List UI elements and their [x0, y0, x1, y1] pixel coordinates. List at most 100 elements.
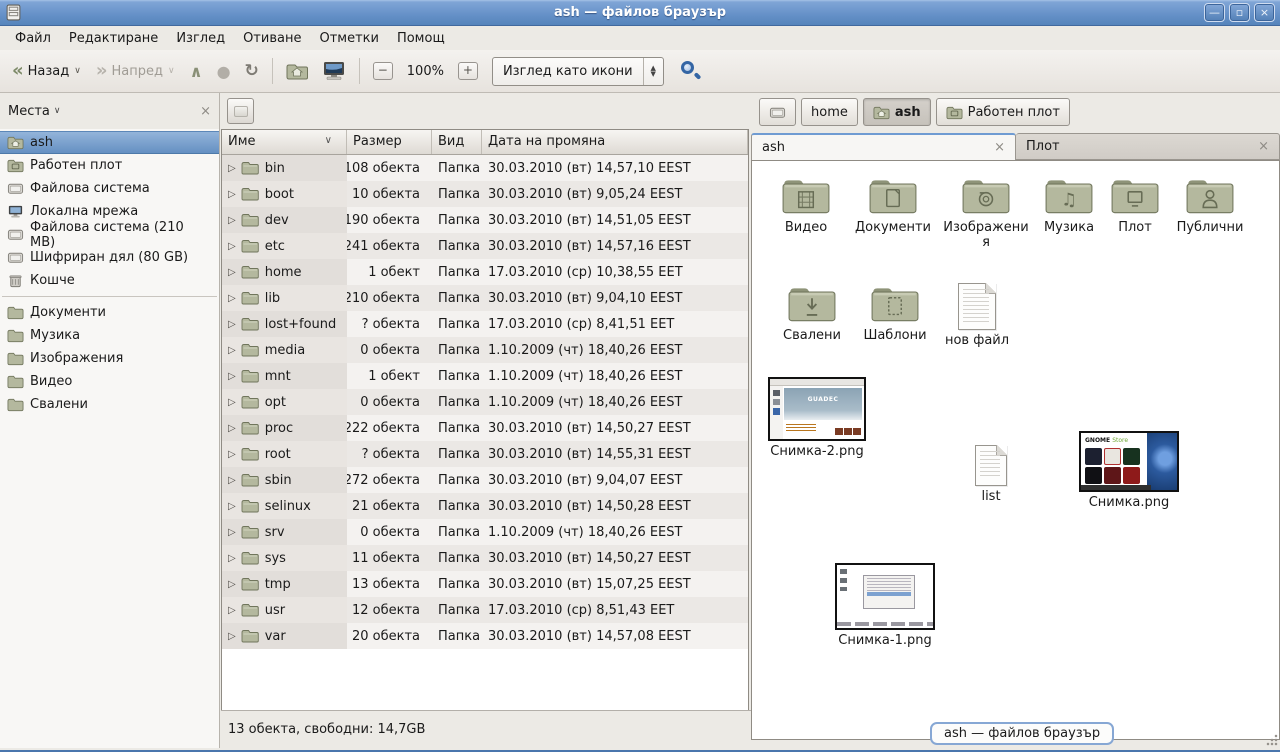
icon-item-templates[interactable]: Шаблони: [856, 283, 934, 343]
table-row[interactable]: ▷proc222 обектаПапка30.03.2010 (вт) 14,5…: [222, 415, 748, 441]
table-row[interactable]: ▷sys11 обектаПапка30.03.2010 (вт) 14,50,…: [222, 545, 748, 571]
column-header-name[interactable]: Име∨: [222, 130, 347, 154]
search-button[interactable]: [666, 55, 708, 87]
menu-item-0[interactable]: Файл: [6, 29, 60, 48]
sidebar-item-images[interactable]: Изображения: [0, 347, 219, 370]
sidebar-item-encrypted-80[interactable]: Шифриран дял (80 GB): [0, 246, 219, 269]
table-row[interactable]: ▷dev190 обектаПапка30.03.2010 (вт) 14,51…: [222, 207, 748, 233]
expander-icon[interactable]: ▷: [228, 397, 236, 408]
table-row[interactable]: ▷boot10 обектаПапка30.03.2010 (вт) 9,05,…: [222, 181, 748, 207]
tab-ash[interactable]: ash×: [751, 133, 1016, 160]
breadcrumb-home[interactable]: home: [801, 98, 858, 126]
icon-item-music[interactable]: ♫Музика: [1036, 175, 1102, 235]
expander-icon[interactable]: ▷: [228, 267, 236, 278]
close-button[interactable]: ×: [1254, 3, 1275, 22]
table-row[interactable]: ▷tmp13 обектаПапка30.03.2010 (вт) 15,07,…: [222, 571, 748, 597]
sidebar-item-downloads[interactable]: Свалени: [0, 393, 219, 416]
expander-icon[interactable]: ▷: [228, 293, 236, 304]
expander-icon[interactable]: ▷: [228, 631, 236, 642]
menu-item-5[interactable]: Помощ: [388, 29, 454, 48]
table-row[interactable]: ▷lost+found? обектаПапка17.03.2010 (ср) …: [222, 311, 748, 337]
icon-item-images[interactable]: Изображения: [940, 175, 1032, 250]
reload-button[interactable]: ↻: [239, 56, 265, 86]
zoom-out-button[interactable]: −: [367, 57, 399, 85]
icon-item-newfile[interactable]: нов файл: [938, 283, 1016, 348]
icon-item-snimka1[interactable]: Снимка-1.png: [828, 563, 942, 648]
table-row[interactable]: ▷usr12 обектаПапка17.03.2010 (ср) 8,51,4…: [222, 597, 748, 623]
maximize-button[interactable]: ▫: [1229, 3, 1250, 22]
column-header-date[interactable]: Дата на промяна: [482, 130, 748, 154]
table-row[interactable]: ▷etc241 обектаПапка30.03.2010 (вт) 14,57…: [222, 233, 748, 259]
table-row[interactable]: ▷var20 обектаПапка30.03.2010 (вт) 14,57,…: [222, 623, 748, 649]
tab-plot[interactable]: Плот×: [1016, 133, 1280, 160]
back-icon: «: [12, 63, 24, 79]
expander-icon[interactable]: ▷: [228, 423, 236, 434]
sidebar-item-ash[interactable]: ash: [0, 131, 219, 154]
computer-button[interactable]: [316, 56, 352, 86]
expander-icon[interactable]: ▷: [228, 501, 236, 512]
icon-item-plot[interactable]: Плот: [1106, 175, 1164, 235]
expander-icon[interactable]: ▷: [228, 319, 236, 330]
view-mode-select[interactable]: Изглед като икони ▲▼: [492, 57, 664, 86]
go-up-button[interactable]: ∧: [184, 57, 209, 86]
expander-icon[interactable]: ▷: [228, 215, 236, 226]
expander-icon[interactable]: ▷: [228, 163, 236, 174]
breadcrumb-ash[interactable]: ash: [863, 98, 931, 126]
expander-icon[interactable]: ▷: [228, 241, 236, 252]
location-toggle-button[interactable]: [227, 98, 254, 124]
back-dropdown-icon[interactable]: ∨: [73, 66, 82, 76]
table-row[interactable]: ▷sbin272 обектаПапка30.03.2010 (вт) 9,04…: [222, 467, 748, 493]
menu-item-3[interactable]: Отиване: [234, 29, 310, 48]
menu-item-2[interactable]: Изглед: [167, 29, 234, 48]
icon-item-snimka[interactable]: GNOME StoreСнимка.png: [1072, 431, 1186, 510]
sidebar-item-music[interactable]: Музика: [0, 324, 219, 347]
sidebar-item-trash[interactable]: Кошче: [0, 269, 219, 292]
table-row[interactable]: ▷opt0 обектаПапка1.10.2009 (чт) 18,40,26…: [222, 389, 748, 415]
expander-icon[interactable]: ▷: [228, 579, 236, 590]
places-close-button[interactable]: ×: [200, 104, 211, 119]
table-row[interactable]: ▷srv0 обектаПапка1.10.2009 (чт) 18,40,26…: [222, 519, 748, 545]
expander-icon[interactable]: ▷: [228, 189, 236, 200]
column-header-size[interactable]: Размер: [347, 130, 432, 154]
icon-item-snimka2[interactable]: GUADECСнимка-2.png: [764, 377, 870, 459]
table-row[interactable]: ▷selinux21 обектаПапка30.03.2010 (вт) 14…: [222, 493, 748, 519]
expander-icon[interactable]: ▷: [228, 527, 236, 538]
breadcrumb-desktop[interactable]: Работен плот: [936, 98, 1070, 126]
menu-item-4[interactable]: Отметки: [310, 29, 387, 48]
table-row[interactable]: ▷home1 обектПапка17.03.2010 (ср) 10,38,5…: [222, 259, 748, 285]
table-row[interactable]: ▷mnt1 обектПапка1.10.2009 (чт) 18,40,26 …: [222, 363, 748, 389]
tab-close-icon[interactable]: ×: [994, 140, 1005, 155]
places-chevron-icon[interactable]: ∨: [54, 106, 61, 116]
minimize-button[interactable]: —: [1204, 3, 1225, 22]
table-row[interactable]: ▷root? обектаПапка30.03.2010 (вт) 14,55,…: [222, 441, 748, 467]
zoom-in-button[interactable]: +: [452, 57, 484, 85]
expander-icon[interactable]: ▷: [228, 475, 236, 486]
row-date: 30.03.2010 (вт) 14,50,27 EEST: [482, 415, 748, 441]
sidebar-item-video[interactable]: Видео: [0, 370, 219, 393]
resize-grip[interactable]: [1266, 734, 1278, 746]
sidebar-item-filesystem-210[interactable]: Файлова система (210 MB): [0, 223, 219, 246]
expander-icon[interactable]: ▷: [228, 449, 236, 460]
expander-icon[interactable]: ▷: [228, 371, 236, 382]
expander-icon[interactable]: ▷: [228, 605, 236, 616]
icon-item-public[interactable]: Публични: [1170, 175, 1250, 235]
back-button[interactable]: « Назад ∨: [6, 58, 88, 84]
sidebar-item-filesystem[interactable]: Файлова система: [0, 177, 219, 200]
column-header-type[interactable]: Вид: [432, 130, 482, 154]
menu-item-1[interactable]: Редактиране: [60, 29, 167, 48]
icon-item-docs[interactable]: Документи: [850, 175, 936, 235]
table-row[interactable]: ▷media0 обектаПапка1.10.2009 (чт) 18,40,…: [222, 337, 748, 363]
tab-close-icon[interactable]: ×: [1258, 139, 1269, 154]
expander-icon[interactable]: ▷: [228, 553, 236, 564]
table-row[interactable]: ▷bin108 обектаПапка30.03.2010 (вт) 14,57…: [222, 155, 748, 181]
sidebar-item-documents[interactable]: Документи: [0, 301, 219, 324]
expander-icon[interactable]: ▷: [228, 345, 236, 356]
sidebar-item-desktop[interactable]: Работен плот: [0, 154, 219, 177]
home-button[interactable]: [280, 57, 314, 85]
forward-button[interactable]: » Напред ∨: [90, 58, 182, 84]
icon-item-video[interactable]: Видео: [770, 175, 842, 235]
icon-item-downloads[interactable]: Свалени: [776, 283, 848, 343]
icon-item-list[interactable]: list: [956, 445, 1026, 504]
breadcrumb-root-drive[interactable]: [759, 98, 796, 126]
table-row[interactable]: ▷lib210 обектаПапка30.03.2010 (вт) 9,04,…: [222, 285, 748, 311]
